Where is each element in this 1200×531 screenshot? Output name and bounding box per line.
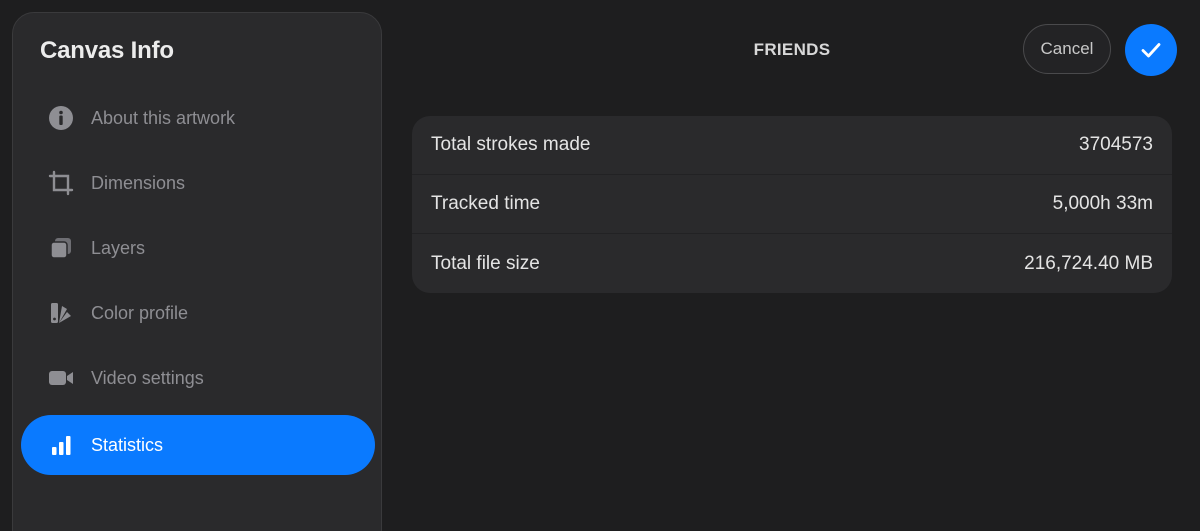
color-swatch-icon <box>48 300 74 326</box>
sidebar: Canvas Info About this artwork Dimension… <box>12 12 382 531</box>
stat-row-strokes: Total strokes made 3704573 <box>412 116 1172 175</box>
sidebar-item-statistics[interactable]: Statistics <box>21 415 375 475</box>
info-icon <box>48 105 74 131</box>
sidebar-item-layers[interactable]: Layers <box>21 218 375 278</box>
sidebar-item-label: Layers <box>91 237 146 258</box>
stat-row-tracked-time: Tracked time 5,000h 33m <box>412 175 1172 234</box>
sidebar-item-label: Dimensions <box>91 172 186 193</box>
sidebar-item-color-profile[interactable]: Color profile <box>21 283 375 343</box>
stat-value: 5,000h 33m <box>1052 193 1153 214</box>
stat-value: 216,724.40 MB <box>1024 252 1153 274</box>
sidebar-item-dimensions[interactable]: Dimensions <box>21 153 375 213</box>
stat-label: Total strokes made <box>431 134 591 155</box>
stat-label: Total file size <box>431 252 540 274</box>
page-title: FRIENDS <box>753 40 831 59</box>
sidebar-item-label: Video settings <box>91 367 204 388</box>
sidebar-title: Canvas Info <box>40 37 174 64</box>
sidebar-item-label: Statistics <box>91 434 164 455</box>
sidebar-item-video-settings[interactable]: Video settings <box>21 348 375 408</box>
statistics-card: Total strokes made 3704573 Tracked time … <box>412 116 1172 293</box>
confirm-button[interactable] <box>1125 24 1177 76</box>
sidebar-item-label: About this artwork <box>91 107 236 128</box>
video-camera-icon <box>48 365 74 391</box>
layers-icon <box>48 235 74 261</box>
stat-label: Tracked time <box>431 193 541 214</box>
stat-value: 3704573 <box>1079 134 1153 155</box>
cancel-button[interactable]: Cancel <box>1023 24 1111 74</box>
stat-row-file-size: Total file size 216,724.40 MB <box>412 234 1172 293</box>
sidebar-item-label: Color profile <box>91 302 189 323</box>
crop-icon <box>48 170 74 196</box>
bar-chart-icon <box>48 432 74 458</box>
checkmark-icon <box>1139 38 1163 62</box>
sidebar-item-about[interactable]: About this artwork <box>21 88 375 148</box>
canvas-info-dialog: Canvas Info About this artwork Dimension… <box>0 0 1200 531</box>
